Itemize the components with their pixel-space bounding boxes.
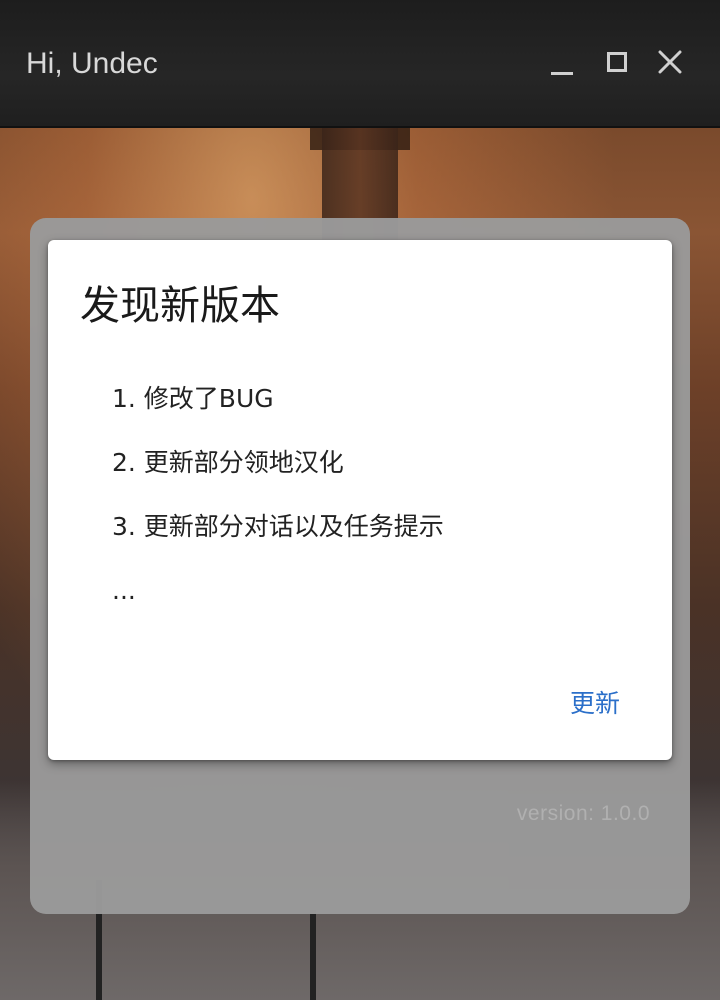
- minimize-button[interactable]: [542, 40, 582, 84]
- maximize-icon: [607, 52, 627, 72]
- changelog-item: 3. 更新部分对话以及任务提示: [112, 512, 444, 541]
- title-bar: Hi, Undec: [0, 0, 720, 128]
- update-dialog: 发现新版本 1. 修改了BUG 2. 更新部分领地汉化 3. 更新部分对话以及任…: [48, 240, 672, 760]
- background-pole: [310, 910, 316, 1000]
- dialog-title: 发现新版本: [80, 283, 280, 329]
- changelog-item: 1. 修改了BUG: [112, 384, 274, 413]
- update-button[interactable]: 更新: [570, 686, 620, 722]
- close-icon: [658, 50, 682, 74]
- version-label: version: 1.0.0: [516, 802, 650, 825]
- minimize-icon: [551, 71, 573, 75]
- window-title: Hi, Undec: [26, 47, 158, 80]
- changelog-item: 2. 更新部分领地汉化: [112, 448, 344, 477]
- changelog-ellipsis: ...: [112, 576, 136, 605]
- close-button[interactable]: [650, 40, 690, 84]
- changelog-list: 1. 修改了BUG 2. 更新部分领地汉化 3. 更新部分对话以及任务提示 ..…: [112, 382, 444, 638]
- maximize-button[interactable]: [597, 40, 637, 84]
